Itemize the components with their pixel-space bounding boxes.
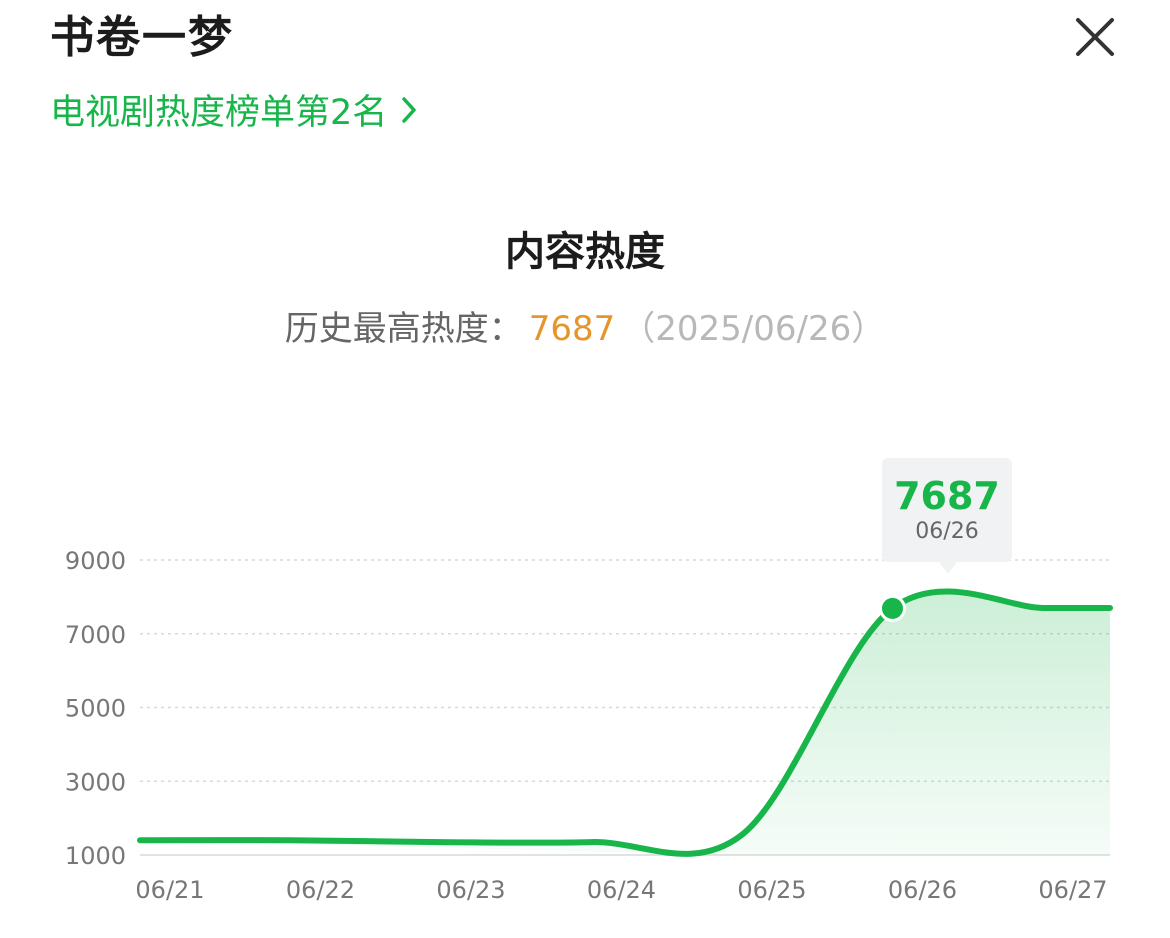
page-title: 书卷一梦 bbox=[50, 12, 234, 63]
area-fill bbox=[140, 591, 1110, 855]
tooltip-date: 06/26 bbox=[915, 519, 979, 544]
rank-link[interactable]: 电视剧热度榜单第2名 bbox=[50, 90, 417, 136]
x-tick-label: 06/27 bbox=[1038, 876, 1107, 904]
x-tick-label: 06/23 bbox=[436, 876, 505, 904]
chart-tooltip: 7687 06/26 bbox=[882, 458, 1012, 574]
tooltip-value: 7687 bbox=[894, 474, 1000, 518]
chevron-right-icon bbox=[401, 90, 417, 136]
y-tick-label: 7000 bbox=[65, 621, 126, 649]
peak-value: 7687 bbox=[528, 309, 616, 349]
x-tick-label: 06/22 bbox=[286, 876, 355, 904]
y-tick-label: 5000 bbox=[65, 695, 126, 723]
close-icon[interactable] bbox=[1068, 10, 1122, 64]
peak-date: （2025/06/26） bbox=[621, 309, 886, 349]
peak-label: 历史最高热度： bbox=[284, 309, 523, 349]
highlight-point bbox=[879, 594, 906, 622]
section-title: 内容热度 bbox=[505, 229, 665, 275]
y-tick-label: 3000 bbox=[65, 768, 126, 796]
peak-line: 历史最高热度： 7687 （2025/06/26） bbox=[0, 306, 1170, 352]
rank-link-label: 电视剧热度榜单第2名 bbox=[50, 93, 388, 133]
x-tick-label: 06/26 bbox=[888, 876, 957, 904]
y-tick-label: 1000 bbox=[65, 842, 126, 870]
x-tick-label: 06/24 bbox=[587, 876, 656, 904]
y-tick-label: 9000 bbox=[65, 547, 126, 575]
x-tick-label: 06/21 bbox=[135, 876, 204, 904]
x-tick-label: 06/25 bbox=[737, 876, 806, 904]
